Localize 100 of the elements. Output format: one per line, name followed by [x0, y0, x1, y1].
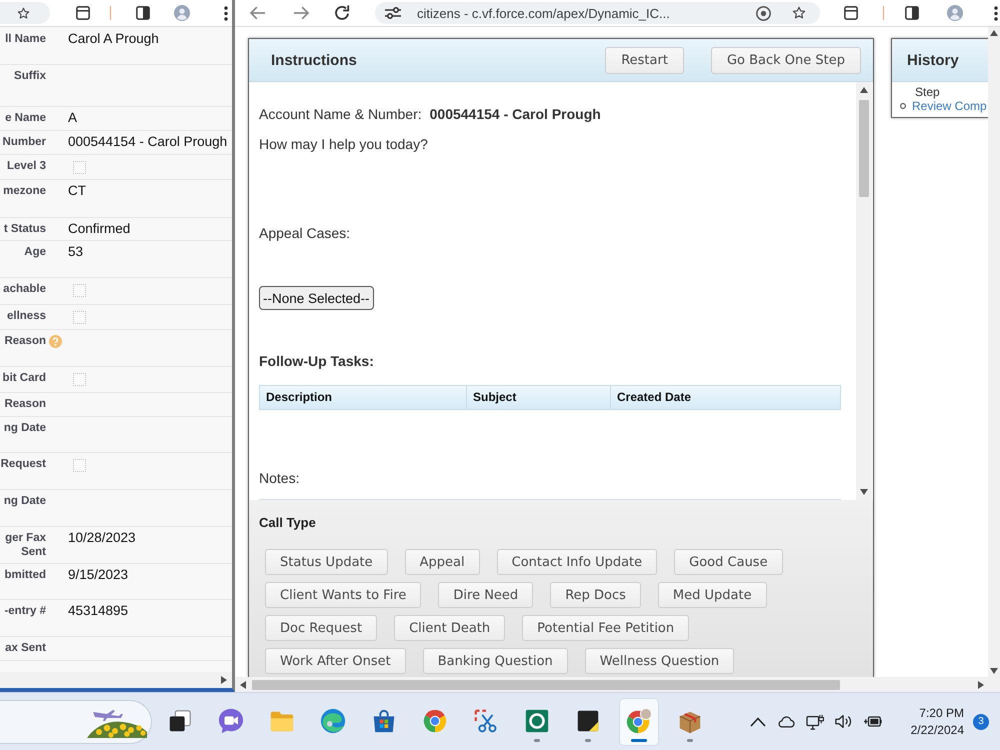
back-step-button[interactable]: Go Back One Step — [710, 46, 861, 74]
field-label: Age — [24, 245, 46, 259]
call-type-button[interactable]: Potential Fee Petition — [522, 615, 690, 641]
field-label: bit Card — [2, 371, 46, 385]
bookmark-star-icon[interactable] — [792, 6, 806, 20]
call-type-button[interactable]: Client Death — [394, 615, 506, 641]
field-label: bmitted — [4, 568, 46, 582]
forward-icon[interactable] — [294, 6, 310, 20]
field-value: CT — [68, 183, 86, 199]
horizontal-scrollbar[interactable] — [235, 677, 1000, 692]
field-label: ax Sent — [5, 641, 46, 655]
field-label: Appeal Cases: — [259, 225, 350, 242]
field-label: mezone — [3, 184, 46, 198]
checkbox[interactable] — [73, 373, 86, 386]
restart-button[interactable]: Restart — [605, 46, 684, 74]
field-label: ng Date — [4, 421, 46, 435]
vertical-scrollbar[interactable] — [988, 27, 1000, 677]
call-type-button[interactable]: Client Wants to Fire — [265, 582, 422, 608]
window-icon[interactable] — [844, 6, 858, 20]
horizontal-scrollbar[interactable] — [0, 672, 232, 688]
ring-tile-icon — [524, 708, 550, 734]
account-label: Account Name & Number: — [259, 106, 422, 123]
site-settings-icon[interactable] — [385, 6, 401, 20]
field-value: 10/28/2023 — [68, 530, 136, 546]
scroll-up-icon[interactable] — [860, 87, 868, 93]
clock-date[interactable]: 2/22/2024 — [910, 722, 964, 738]
menu-icon[interactable] — [224, 6, 228, 20]
field-value: 53 — [68, 244, 84, 260]
field-label: ger Fax Sent — [4, 531, 46, 559]
reload-icon[interactable] — [334, 5, 350, 21]
call-type-button[interactable]: Rep Docs — [550, 582, 641, 608]
field-label: Suffix — [14, 69, 46, 83]
checkbox[interactable] — [73, 459, 86, 472]
call-type-button[interactable]: Appeal — [404, 549, 480, 575]
vertical-scrollbar[interactable] — [856, 82, 872, 500]
scroll-left-icon[interactable] — [240, 680, 246, 688]
appeal-dropdown[interactable]: --None Selected-- — [259, 286, 374, 310]
video-camera-icon — [218, 708, 244, 734]
checkbox[interactable] — [73, 311, 86, 324]
call-type-button[interactable]: Contact Info Update — [496, 549, 658, 575]
field-value: 45314895 — [68, 603, 128, 619]
scroll-down-icon[interactable] — [860, 489, 868, 495]
address-bar[interactable] — [0, 2, 50, 24]
tricolor-circle-avatar-icon — [626, 708, 652, 734]
call-type-button[interactable]: Dire Need — [438, 582, 534, 608]
field-label: e Name — [5, 111, 46, 125]
checkbox[interactable] — [73, 161, 86, 174]
section-title: Call Type — [259, 515, 316, 531]
monitor-icon[interactable] — [806, 714, 824, 730]
call-type-button[interactable]: Good Cause — [674, 549, 783, 575]
scroll-right-icon[interactable] — [978, 680, 984, 688]
search-field[interactable] — [0, 700, 152, 744]
scroll-up-icon[interactable] — [990, 30, 998, 36]
scroll-right-icon[interactable] — [221, 676, 227, 684]
target-icon[interactable] — [756, 6, 771, 20]
field-label: Number — [2, 135, 46, 149]
column-header: Description — [259, 385, 467, 410]
checkbox[interactable] — [73, 284, 86, 297]
field-label: Notes: — [259, 470, 300, 487]
call-type-button[interactable]: Med Update — [658, 582, 767, 608]
clock-time[interactable]: 7:20 PM — [919, 704, 964, 722]
account-value: 000544154 - Carol Prough — [430, 106, 601, 123]
notification-badge[interactable]: 3 — [973, 714, 989, 730]
scrollbar-thumb[interactable] — [859, 100, 869, 197]
call-type-button[interactable]: Wellness Question — [584, 648, 734, 674]
field-label: Level 3 — [7, 159, 46, 173]
call-type-button[interactable]: Status Update — [265, 549, 388, 575]
sidebar-icon[interactable] — [905, 6, 919, 20]
cloud-icon[interactable] — [777, 715, 795, 728]
bullet-icon — [900, 103, 906, 109]
menu-icon[interactable] — [994, 6, 998, 20]
field-label: achable — [3, 282, 46, 296]
overlapping-squares-icon — [167, 708, 193, 734]
field-label: Request — [0, 457, 46, 471]
field-label: Reason — [4, 397, 46, 411]
sidebar-icon[interactable] — [136, 6, 150, 20]
scrollbar-thumb[interactable] — [252, 680, 840, 690]
call-type-button[interactable]: Work After Onset — [265, 648, 406, 674]
window-icon[interactable] — [76, 6, 90, 20]
field-value: 9/15/2023 — [68, 567, 128, 583]
speaker-icon[interactable] — [835, 714, 853, 729]
field-label: t Status — [4, 222, 46, 236]
panel-title: History — [907, 52, 959, 68]
back-icon[interactable] — [249, 6, 265, 20]
call-type-button[interactable]: Banking Question — [422, 648, 568, 674]
section-title: Follow-Up Tasks: — [259, 353, 374, 370]
scroll-down-icon[interactable] — [990, 668, 998, 674]
field-label: ellness — [7, 309, 46, 323]
field-value: 000544154 - Carol Prough — [68, 134, 228, 150]
shopping-bag-icon — [371, 708, 397, 734]
column-label: Step — [915, 85, 940, 99]
address-bar[interactable]: citizens - c.vf.force.com/apex/Dynamic_IC... — [375, 2, 820, 24]
history-link[interactable]: Review Comp — [912, 99, 987, 113]
column-header: Created Date — [611, 385, 841, 410]
call-type-button[interactable]: Doc Request — [265, 615, 378, 641]
bookmark-star-icon[interactable] — [17, 6, 30, 20]
field-label: Reason — [4, 334, 46, 348]
battery-icon[interactable] — [864, 715, 882, 728]
chevron-up-icon[interactable] — [750, 716, 766, 726]
swirl-icon — [320, 708, 346, 734]
